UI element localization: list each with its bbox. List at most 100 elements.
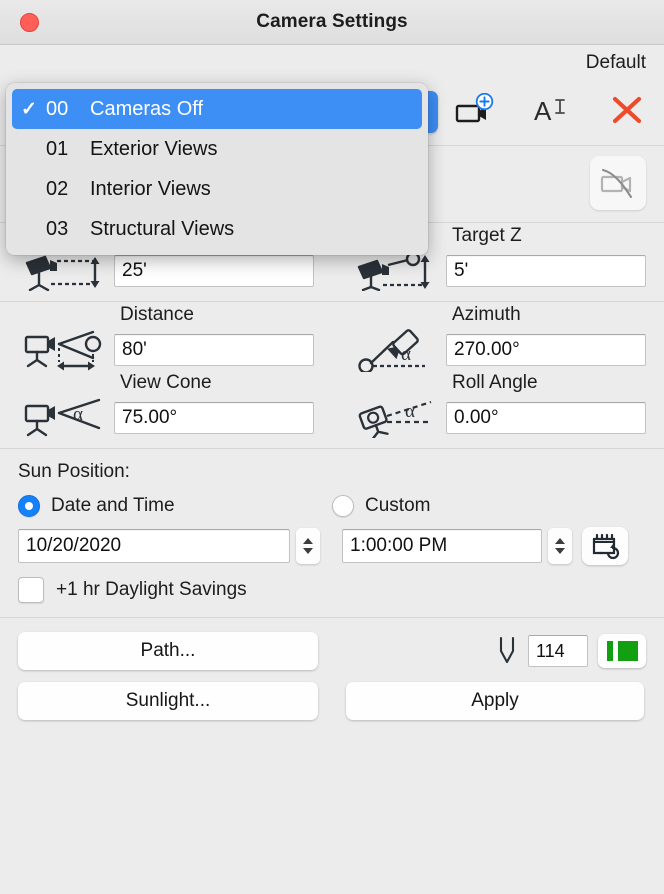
daylight-savings-checkbox[interactable]	[18, 577, 44, 603]
sun-position-title: Sun Position:	[18, 461, 130, 482]
calendar-refresh-icon	[592, 533, 620, 560]
check-icon: ✓	[21, 98, 37, 120]
add-camera-icon	[455, 93, 494, 123]
distance-label: Distance	[120, 304, 194, 325]
svg-text:α: α	[405, 401, 415, 422]
camera-settings-window: Camera Settings Default A Target Z 25' 5…	[0, 0, 664, 894]
time-input[interactable]: 1:00:00 PM	[342, 529, 542, 563]
default-row: Default	[0, 45, 664, 81]
pen-weight-group: 114	[496, 634, 646, 668]
menu-item-2-label: Interior Views	[90, 177, 211, 200]
viewcone-roll-inputs: α 75.00° α 0.00°	[0, 398, 664, 438]
toolbar-icon-group: A	[452, 87, 650, 133]
chevron-down-icon	[303, 548, 313, 554]
camera-list-dropdown-menu[interactable]: ✓ 00 Cameras Off 01 Exterior Views 02 In…	[6, 83, 428, 255]
chevron-down-icon	[555, 548, 565, 554]
pen-weight-input[interactable]: 114	[528, 635, 588, 667]
menu-item-3-label: Structural Views	[90, 217, 235, 240]
view-cone-label: View Cone	[120, 372, 212, 393]
daylight-savings-label: +1 hr Daylight Savings	[56, 579, 247, 600]
swatch-line	[606, 641, 613, 661]
color-swatch-button[interactable]	[598, 634, 646, 668]
svg-text:α: α	[73, 404, 83, 425]
distance-azimuth-labels: Distance Azimuth	[0, 302, 664, 330]
svg-text:A: A	[534, 96, 552, 126]
camera-distance-icon	[18, 330, 114, 371]
distance-label-cell: Distance	[0, 302, 332, 330]
distance-azimuth-inputs: 80' α 270.00°	[0, 329, 664, 372]
view-cone-cell: α 75.00°	[0, 398, 332, 438]
window-titlebar: Camera Settings	[0, 0, 664, 45]
azimuth-label-cell: Azimuth	[332, 302, 664, 330]
sun-mode-radios: Date and Time Custom	[18, 495, 646, 517]
camera-azimuth-icon: α	[350, 329, 446, 372]
roll-angle-label: Roll Angle	[452, 372, 538, 393]
default-label: Default	[585, 52, 646, 73]
date-input[interactable]: 10/20/2020	[18, 529, 290, 563]
camera-geometry-section: Distance Azimuth 80' α 270.00° View Cone…	[0, 302, 664, 449]
calendar-refresh-button[interactable]	[582, 527, 628, 565]
radio-date-and-time-label: Date and Time	[51, 495, 175, 516]
roll-angle-cell: α 0.00°	[332, 398, 664, 438]
delete-x-icon	[612, 96, 642, 124]
path-button[interactable]: Path...	[18, 632, 318, 670]
apply-button[interactable]: Apply	[346, 682, 644, 720]
camera-z-cell: 25'	[0, 251, 332, 291]
path-row: Path... 114	[18, 632, 646, 670]
sun-position-section: Sun Position: Date and Time Custom 10/20…	[0, 449, 664, 618]
target-z-label: Target Z	[452, 225, 522, 246]
radio-custom-indicator[interactable]	[332, 495, 354, 517]
menu-item-1[interactable]: 01 Exterior Views	[12, 129, 422, 169]
azimuth-label: Azimuth	[452, 304, 521, 325]
bottom-button-section: Path... 114 Sunlight... Apply	[0, 618, 664, 746]
camera-roll-icon: α	[350, 398, 446, 438]
rename-camera-button[interactable]: A	[528, 87, 574, 133]
height-inputs-row: 25' 5'	[0, 251, 664, 291]
viewcone-roll-labels: View Cone Roll Angle	[0, 370, 664, 398]
rename-text-icon: A	[534, 96, 565, 126]
roll-angle-input[interactable]: 0.00°	[446, 402, 646, 434]
sunlight-apply-row: Sunlight... Apply	[18, 682, 646, 720]
sunlight-button[interactable]: Sunlight...	[18, 682, 318, 720]
camera-viewcone-icon: α	[18, 398, 114, 438]
distance-input[interactable]: 80'	[114, 334, 314, 366]
view-cone-input[interactable]: 75.00°	[114, 402, 314, 434]
chevron-up-icon	[555, 538, 565, 544]
close-window-button[interactable]	[20, 13, 39, 32]
add-camera-button[interactable]	[452, 87, 498, 133]
date-stepper[interactable]	[296, 528, 320, 564]
view-cone-label-cell: View Cone	[0, 370, 332, 398]
azimuth-cell: α 270.00°	[332, 329, 664, 372]
menu-item-0-number: 00	[46, 97, 69, 120]
target-height-icon	[350, 251, 446, 291]
pen-weight-icon	[499, 636, 515, 664]
radio-custom[interactable]: Custom	[332, 495, 646, 517]
menu-item-1-label: Exterior Views	[90, 137, 218, 160]
chevron-up-icon	[303, 538, 313, 544]
camera-z-input[interactable]: 25'	[114, 255, 314, 287]
menu-item-3-number: 03	[46, 217, 69, 240]
radio-date-and-time[interactable]: Date and Time	[18, 495, 332, 517]
roll-angle-label-cell: Roll Angle	[332, 370, 664, 398]
target-z-input[interactable]: 5'	[446, 255, 646, 287]
cameras-off-toggle-button[interactable]	[590, 156, 646, 210]
azimuth-input[interactable]: 270.00°	[446, 334, 646, 366]
svg-text:α: α	[401, 344, 411, 365]
window-title: Camera Settings	[256, 11, 408, 32]
delete-camera-button[interactable]	[604, 87, 650, 133]
camera-off-icon	[600, 168, 633, 199]
menu-item-0-label: Cameras Off	[90, 97, 203, 120]
radio-custom-label: Custom	[365, 495, 431, 516]
radio-date-and-time-indicator[interactable]	[18, 495, 40, 517]
camera-height-icon	[18, 251, 114, 291]
swatch-fill	[617, 641, 638, 661]
target-z-cell: 5'	[332, 251, 664, 291]
menu-item-2-number: 02	[46, 177, 69, 200]
menu-item-0[interactable]: ✓ 00 Cameras Off	[12, 89, 422, 129]
time-stepper[interactable]	[548, 528, 572, 564]
menu-item-2[interactable]: 02 Interior Views	[12, 169, 422, 209]
daylight-savings-row[interactable]: +1 hr Daylight Savings	[18, 577, 646, 603]
menu-item-3[interactable]: 03 Structural Views	[12, 209, 422, 249]
distance-cell: 80'	[0, 330, 332, 371]
date-time-row: 10/20/2020 1:00:00 PM	[18, 527, 646, 565]
